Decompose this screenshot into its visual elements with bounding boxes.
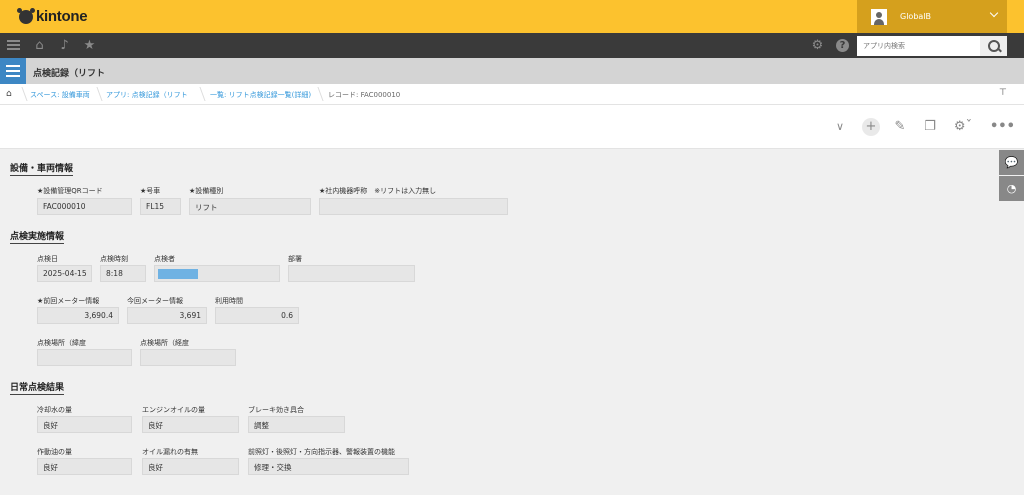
inspection-time: 8:18 bbox=[100, 265, 146, 282]
previous-meter: 3,690.4 bbox=[37, 307, 119, 324]
star-icon[interactable]: ★ bbox=[82, 38, 97, 53]
field-value: 良好 bbox=[37, 416, 132, 433]
inspection-date: 2025-04-15 bbox=[37, 265, 92, 282]
menu-icon[interactable] bbox=[6, 38, 21, 53]
field-label: 部署 bbox=[288, 255, 302, 263]
field-value: リフト bbox=[189, 198, 311, 215]
field-label: 点検場所（緯度 bbox=[37, 339, 86, 347]
add-icon[interactable]: + bbox=[862, 118, 880, 136]
logo-icon bbox=[17, 7, 35, 24]
history-icon[interactable]: ◔ bbox=[999, 176, 1024, 201]
inspector-user-chip[interactable] bbox=[158, 269, 198, 279]
home-icon[interactable]: ⌂ bbox=[32, 38, 47, 53]
user-menu[interactable]: GlobalB bbox=[857, 0, 1007, 33]
breadcrumb-view[interactable]: 一覧: リフト点検記録一覧(詳細) bbox=[210, 90, 311, 100]
field-value: 調整 bbox=[248, 416, 345, 433]
latitude-field bbox=[37, 349, 132, 366]
pin-icon[interactable]: ⊤ bbox=[999, 88, 1007, 98]
field-label: ★号車 bbox=[140, 187, 161, 195]
inspector-field bbox=[154, 265, 280, 282]
search-icon[interactable] bbox=[980, 36, 1007, 56]
breadcrumb: ⌂ スペース: 設備車両 アプリ: 点検記録（リフト 一覧: リフト点検記録一覧… bbox=[0, 84, 1024, 105]
help-icon[interactable]: ? bbox=[836, 39, 849, 52]
field-label: 点検日 bbox=[37, 255, 58, 263]
field-value: 修理・交換 bbox=[248, 458, 409, 475]
field-label: ★設備種別 bbox=[189, 187, 224, 195]
chevron-down-icon bbox=[989, 8, 999, 18]
brand-name: kintone bbox=[36, 8, 88, 25]
section-title-inspection: 点検実施情報 bbox=[10, 229, 65, 244]
field-label: エンジンオイルの量 bbox=[142, 406, 205, 414]
record-toolbar: ∨ + ✎ ❐ ⚙ˇ ••• bbox=[0, 105, 1024, 149]
field-value bbox=[319, 198, 508, 215]
usage-time: 0.6 bbox=[215, 307, 299, 324]
field-label: ★前回メーター情報 bbox=[37, 297, 100, 305]
field-label: 点検者 bbox=[154, 255, 175, 263]
field-value: 良好 bbox=[142, 458, 239, 475]
field-value: 良好 bbox=[37, 458, 132, 475]
field-value: 良好 bbox=[142, 416, 239, 433]
field-label: 今回メーター情報 bbox=[127, 297, 183, 305]
kintone-logo[interactable]: kintone bbox=[17, 7, 88, 25]
app-title-bar: 点検記録（リフト bbox=[0, 58, 1024, 84]
user-name: GlobalB bbox=[900, 12, 932, 21]
user-avatar-icon bbox=[871, 8, 887, 25]
breadcrumb-app[interactable]: アプリ: 点検記録（リフト bbox=[106, 90, 188, 100]
field-label: 点検時刻 bbox=[100, 255, 128, 263]
app-list-icon[interactable] bbox=[0, 58, 26, 84]
global-header: kintone GlobalB bbox=[0, 0, 1024, 33]
department-field bbox=[288, 265, 415, 282]
field-label: ★設備管理QRコード bbox=[37, 187, 103, 195]
edit-icon[interactable]: ✎ bbox=[891, 118, 909, 136]
section-title-equipment: 設備・車両情報 bbox=[10, 161, 74, 176]
comment-icon[interactable]: 💬 bbox=[999, 150, 1024, 175]
breadcrumb-separator bbox=[12, 87, 28, 101]
field-label: オイル漏れの有無 bbox=[142, 448, 198, 456]
field-value: FAC000010 bbox=[37, 198, 132, 215]
longitude-field bbox=[140, 349, 236, 366]
gear-icon[interactable]: ⚙ bbox=[810, 38, 825, 53]
field-label: 点検場所（経度 bbox=[140, 339, 189, 347]
field-label: 前照灯・後照灯・方向指示器、警報装置の機能 bbox=[248, 448, 395, 456]
current-meter: 3,691 bbox=[127, 307, 207, 324]
breadcrumb-separator bbox=[190, 87, 206, 101]
bell-icon[interactable]: ♪ bbox=[57, 38, 72, 53]
app-search-input[interactable] bbox=[857, 36, 980, 56]
field-value: FL15 bbox=[140, 198, 181, 215]
section-title-daily: 日常点検結果 bbox=[10, 380, 65, 395]
copy-icon[interactable]: ❐ bbox=[921, 118, 939, 136]
home-icon[interactable]: ⌂ bbox=[6, 89, 12, 99]
breadcrumb-space[interactable]: スペース: 設備車両 bbox=[30, 90, 90, 100]
more-icon[interactable]: ••• bbox=[990, 118, 1015, 136]
app-title[interactable]: 点検記録（リフト bbox=[33, 66, 105, 79]
field-label: 冷却水の量 bbox=[37, 406, 72, 414]
field-label: ブレーキ効き具合 bbox=[248, 406, 304, 414]
gear-icon[interactable]: ⚙ˇ bbox=[951, 118, 975, 136]
breadcrumb-record: レコード: FAC000010 bbox=[328, 91, 401, 99]
field-label: 利用時間 bbox=[215, 297, 243, 305]
field-label: 作動油の量 bbox=[37, 448, 72, 456]
chevron-down-icon[interactable]: ∨ bbox=[831, 118, 849, 136]
field-label: ★社内機器呼称 ※リフトは入力無し bbox=[319, 187, 437, 195]
